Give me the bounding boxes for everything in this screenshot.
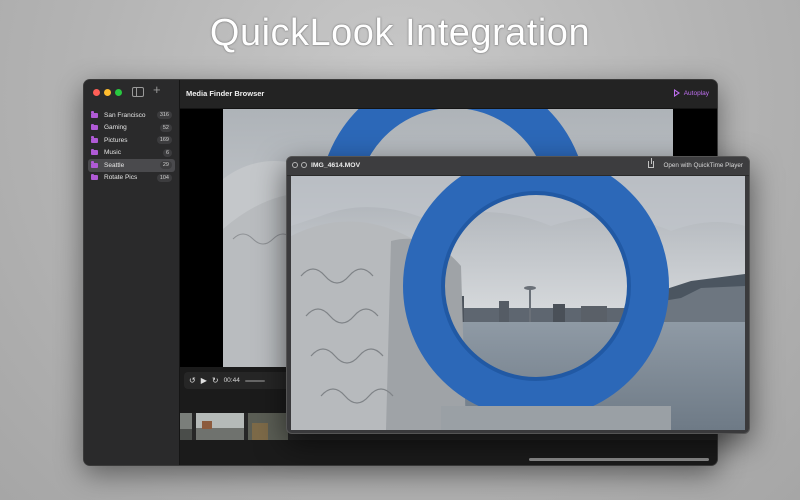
folder-icon (91, 173, 98, 181)
close-button[interactable] (93, 89, 100, 96)
sidebar-item-label: San Francisco (104, 111, 146, 119)
folder-icon (91, 111, 98, 118)
quicklook-window: IMG_4614.MOV Open with QuickTime Player (286, 156, 750, 434)
thumbnail[interactable] (196, 413, 244, 440)
sidebar-item-label: Rotate Pics (104, 174, 138, 182)
folder-icon (91, 148, 98, 156)
quicklook-titlebar: IMG_4614.MOV Open with QuickTime Player (287, 157, 749, 176)
sidebar-item-count: 104 (156, 173, 172, 182)
sidebar-item-label: Music (104, 149, 121, 157)
forward-icon[interactable]: ↻ (212, 376, 219, 385)
player-controls: ↺ ▶ ↻ 00:44 (184, 372, 299, 389)
zoom-button[interactable] (115, 89, 122, 96)
toolbar: Media Finder Browser Autoplay (180, 80, 717, 109)
thumbnail[interactable] (180, 413, 192, 440)
add-icon[interactable]: + (153, 83, 161, 97)
sidebar-item-pictures[interactable]: Pictures 169 (88, 134, 175, 147)
headline-title: QuickLook Integration (209, 12, 591, 54)
horizontal-scrollbar[interactable] (529, 458, 709, 461)
thumbnail[interactable] (248, 413, 288, 440)
quicklook-video-frame (291, 176, 745, 430)
window-title: Media Finder Browser (186, 89, 265, 98)
sidebar-item-count: 316 (156, 111, 172, 120)
scrubber[interactable] (244, 379, 265, 382)
open-with-quicktime-button[interactable]: Open with QuickTime Player (663, 162, 743, 169)
sidebar-list: San Francisco 316 Gaming 52 Pictures 169… (88, 109, 175, 184)
sidebar-item-count: 6 (162, 148, 172, 157)
sidebar-item-label: Gaming (104, 124, 127, 132)
sidebar: + San Francisco 316 Gaming 52 Pictures 1… (84, 80, 180, 465)
sidebar-item-san-francisco[interactable]: San Francisco 316 (88, 109, 175, 122)
play-outline-icon (673, 89, 680, 97)
sidebar-item-rotate-pics[interactable]: Rotate Pics 104 (88, 172, 175, 185)
playback-time: 00:44 (223, 377, 240, 384)
folder-icon (91, 136, 98, 143)
sidebar-item-gaming[interactable]: Gaming 52 (88, 122, 175, 135)
share-icon[interactable] (648, 158, 654, 168)
window-controls (93, 89, 122, 96)
sidebar-item-music[interactable]: Music 6 (88, 147, 175, 160)
folder-icon (91, 161, 98, 168)
autoplay-label: Autoplay (683, 89, 709, 97)
sidebar-item-label: Seattle (104, 161, 125, 169)
rewind-icon[interactable]: ↺ (189, 376, 196, 385)
folder-icon (91, 123, 98, 131)
sidebar-item-count: 52 (159, 123, 172, 132)
sidebar-item-count: 169 (156, 136, 172, 145)
minimize-button[interactable] (104, 89, 111, 96)
sidebar-item-seattle[interactable]: Seattle 29 (88, 159, 175, 172)
sidebar-item-count: 29 (159, 161, 172, 170)
autoplay-button[interactable]: Autoplay (673, 89, 709, 97)
sidebar-item-label: Pictures (104, 136, 128, 144)
quicklook-close-icon[interactable] (292, 162, 298, 168)
quicklook-filename: IMG_4614.MOV (311, 162, 361, 169)
play-icon[interactable]: ▶ (201, 376, 207, 385)
sidebar-toggle-icon[interactable] (132, 87, 144, 97)
quicklook-fullscreen-icon[interactable] (301, 162, 307, 168)
